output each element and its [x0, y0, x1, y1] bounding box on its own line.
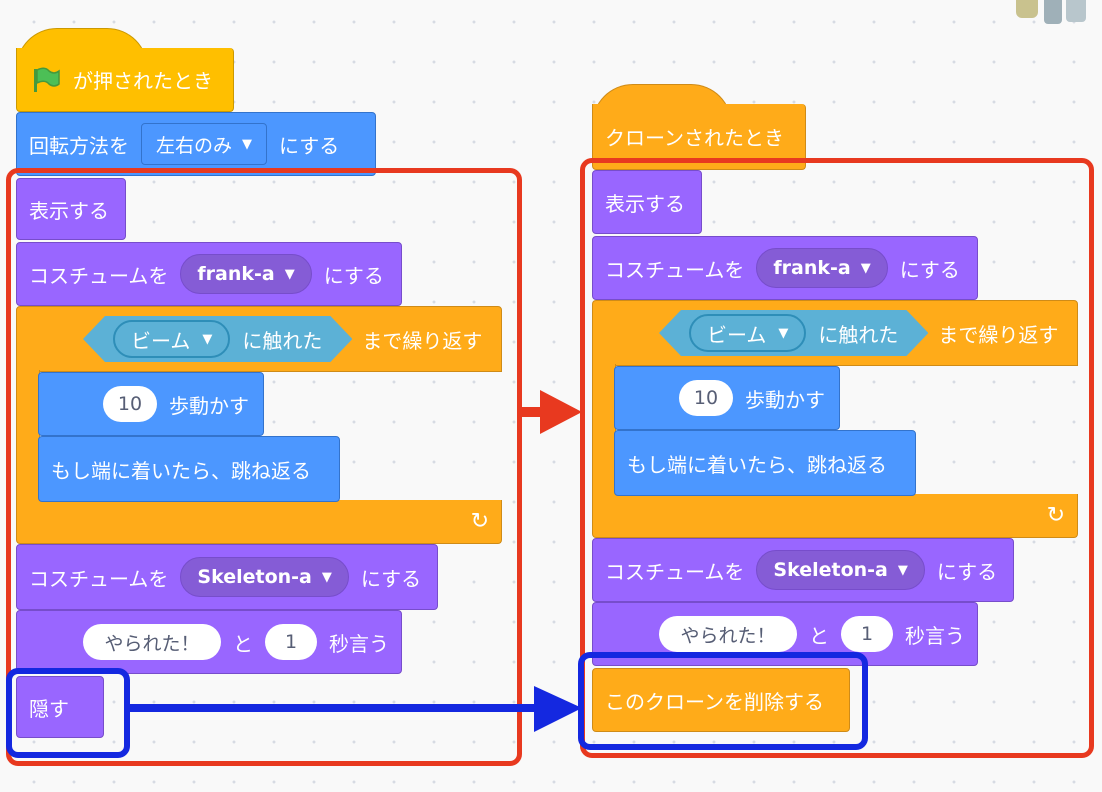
- set-rotation-style-block[interactable]: 回転方法を 左右のみ ▼ にする: [16, 112, 376, 176]
- rotation-suffix: にする: [279, 133, 340, 158]
- blue-arrow-icon: [126, 686, 582, 732]
- rotation-style-value: 左右のみ: [156, 134, 233, 157]
- red-arrow-icon: [518, 390, 582, 434]
- green-flag-icon: [34, 67, 60, 92]
- rotation-style-dropdown[interactable]: 左右のみ ▼: [141, 123, 268, 165]
- sprite-thumbnail: [1010, 0, 1090, 24]
- hide-highlight-frame: [6, 668, 130, 758]
- dropdown-caret-icon: ▼: [242, 136, 253, 152]
- clone-hat-label: クローンされたとき: [605, 126, 784, 150]
- rotation-label: 回転方法を: [29, 133, 129, 158]
- delete-clone-highlight-frame: [578, 652, 868, 750]
- hat-label: が押されたとき: [73, 69, 213, 93]
- when-flag-clicked-block[interactable]: が押されたとき: [16, 48, 234, 112]
